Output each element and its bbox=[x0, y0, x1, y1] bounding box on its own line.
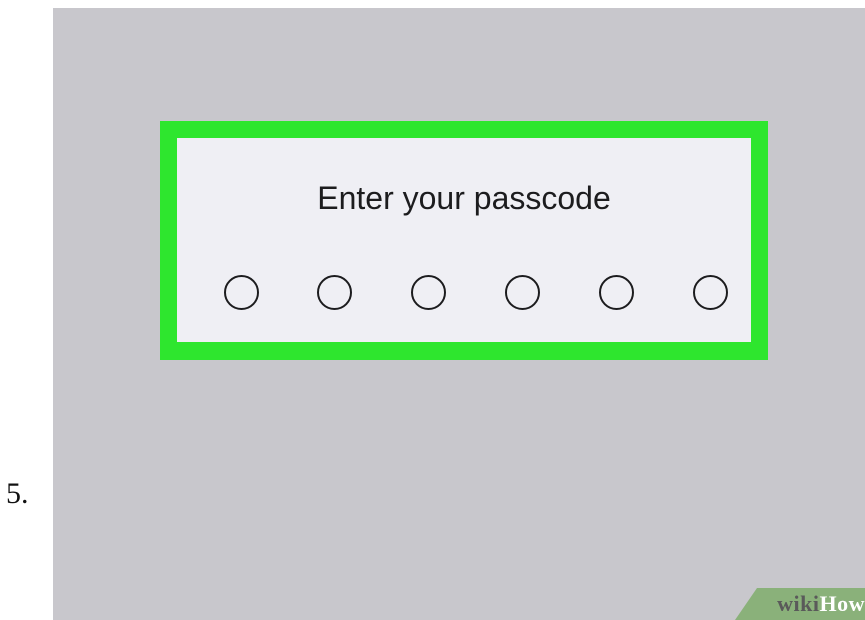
passcode-dot-2 bbox=[317, 275, 352, 310]
passcode-panel: Enter your passcode bbox=[177, 138, 751, 342]
passcode-dot-3 bbox=[411, 275, 446, 310]
highlight-frame: Enter your passcode bbox=[160, 121, 768, 360]
passcode-dot-1 bbox=[224, 275, 259, 310]
watermark-wiki: wiki bbox=[777, 591, 820, 616]
passcode-dot-4 bbox=[505, 275, 540, 310]
watermark-text: wikiHow bbox=[777, 590, 865, 618]
passcode-dot-5 bbox=[599, 275, 634, 310]
passcode-dots[interactable] bbox=[177, 275, 751, 315]
passcode-dot-6 bbox=[693, 275, 728, 310]
passcode-prompt: Enter your passcode bbox=[317, 180, 611, 216]
step-number: 5. bbox=[6, 477, 29, 510]
instruction-step: 5. Enter your passcode wikiHow bbox=[0, 0, 865, 620]
phone-screen: Enter your passcode wikiHow bbox=[53, 8, 865, 620]
watermark-how: How bbox=[819, 591, 865, 616]
wikihow-watermark: wikiHow bbox=[735, 588, 865, 620]
